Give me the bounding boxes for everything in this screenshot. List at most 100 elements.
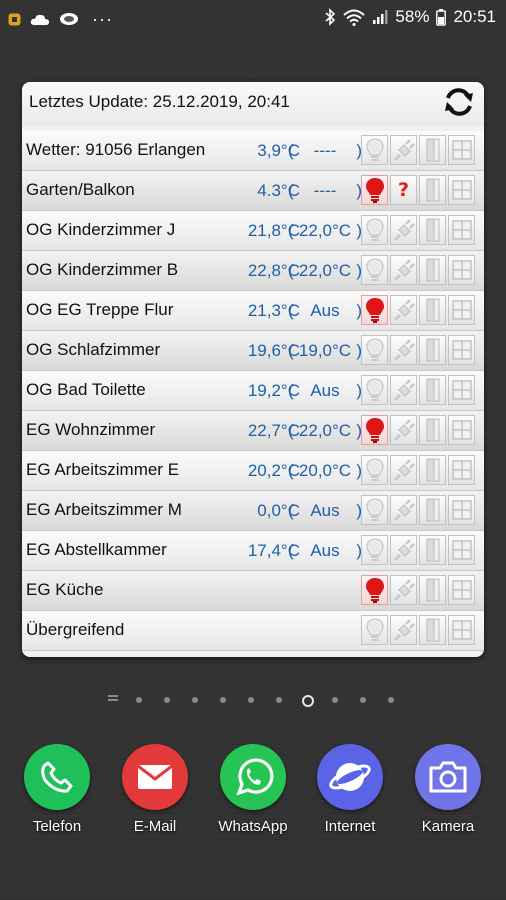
plug-icon[interactable] [390, 455, 417, 485]
room-name: Garten/Balkon [26, 180, 135, 199]
plug-icon[interactable] [390, 255, 417, 285]
phone-icon[interactable] [24, 744, 90, 810]
window-icon[interactable] [448, 175, 475, 205]
window-icon[interactable] [448, 495, 475, 525]
door-icon[interactable] [419, 335, 446, 365]
window-icon[interactable] [448, 295, 475, 325]
cloud-icon [30, 14, 49, 25]
page-indicator-dot[interactable] [220, 697, 226, 703]
plug-icon[interactable] [390, 495, 417, 525]
page-indicator-current[interactable] [302, 695, 314, 707]
room-row[interactable]: EG Arbeitszimmer M 0,0°C(Aus) [22, 491, 484, 531]
refresh-icon[interactable] [442, 85, 476, 119]
window-icon[interactable] [448, 615, 475, 645]
door-icon[interactable] [419, 255, 446, 285]
room-row[interactable]: Garten/Balkon 4.3°C(----) ? [22, 171, 484, 211]
room-name: OG EG Treppe Flur [26, 300, 174, 319]
room-row[interactable]: Wetter: 91056 Erlangen 3,9°C(----) [22, 131, 484, 171]
wifi-icon [343, 9, 366, 26]
light-off-icon[interactable] [361, 455, 388, 485]
room-row[interactable]: OG Kinderzimmer J 21,8°C(22,0°C) [22, 211, 484, 251]
page-indicator-dot[interactable] [248, 697, 254, 703]
camera-icon[interactable] [415, 744, 481, 810]
setpoint-value: ---- [313, 181, 337, 200]
room-status-icons [361, 615, 475, 645]
door-icon[interactable] [419, 615, 446, 645]
window-icon[interactable] [448, 535, 475, 565]
plug-icon[interactable] [390, 415, 417, 445]
page-indicator-dot[interactable] [192, 697, 198, 703]
app-label: Telefon [32, 818, 82, 835]
window-icon[interactable] [448, 375, 475, 405]
room-row[interactable]: OG Kinderzimmer B 22,8°C(22,0°C) [22, 251, 484, 291]
app-internet[interactable]: Internet [301, 744, 399, 835]
door-icon[interactable] [419, 215, 446, 245]
page-indicator-dot[interactable] [136, 697, 142, 703]
light-off-icon[interactable] [361, 135, 388, 165]
app-email[interactable]: E-Mail [106, 744, 204, 835]
light-off-icon[interactable] [361, 615, 388, 645]
room-row[interactable]: OG Schlafzimmer 19,6°C(19,0°C) [22, 331, 484, 371]
plug-icon[interactable] [390, 575, 417, 605]
window-icon[interactable] [448, 575, 475, 605]
light-off-icon[interactable] [361, 215, 388, 245]
chat-icon [60, 13, 78, 25]
room-row[interactable]: Übergreifend [22, 611, 484, 651]
door-icon[interactable] [419, 175, 446, 205]
plug-icon[interactable] [390, 535, 417, 565]
light-off-icon[interactable] [361, 255, 388, 285]
page-indicator-dot[interactable] [276, 697, 282, 703]
plug-icon[interactable] [390, 615, 417, 645]
light-off-icon[interactable] [361, 335, 388, 365]
signal-icon [373, 10, 388, 24]
room-row[interactable]: EG Küche [22, 571, 484, 611]
internet-icon[interactable] [317, 744, 383, 810]
door-icon[interactable] [419, 455, 446, 485]
app-kamera[interactable]: Kamera [399, 744, 497, 835]
setpoint-value: Aus [310, 301, 340, 320]
door-icon[interactable] [419, 375, 446, 405]
door-icon[interactable] [419, 495, 446, 525]
page-indicator-dot[interactable] [332, 697, 338, 703]
light-on-icon[interactable] [361, 575, 388, 605]
page-indicator-dot[interactable] [164, 697, 170, 703]
plug-icon[interactable] [390, 295, 417, 325]
light-off-icon[interactable] [361, 375, 388, 405]
plug-icon[interactable] [390, 135, 417, 165]
light-off-icon[interactable] [361, 535, 388, 565]
page-indicator-home[interactable] [108, 695, 118, 703]
plug-icon[interactable] [390, 215, 417, 245]
door-icon[interactable] [419, 295, 446, 325]
light-on-icon[interactable] [361, 295, 388, 325]
door-icon[interactable] [419, 535, 446, 565]
room-row[interactable]: OG EG Treppe Flur 21,3°C(Aus) [22, 291, 484, 331]
window-icon[interactable] [448, 255, 475, 285]
whatsapp-icon[interactable] [220, 744, 286, 810]
room-row[interactable]: OG Bad Toilette 19,2°C(Aus) [22, 371, 484, 411]
door-icon[interactable] [419, 415, 446, 445]
room-row[interactable]: EG Abstellkammer 17,4°C(Aus) [22, 531, 484, 571]
window-icon[interactable] [448, 215, 475, 245]
unknown-state-icon[interactable]: ? [390, 175, 417, 205]
window-icon[interactable] [448, 335, 475, 365]
setpoint-value: Aus [310, 501, 340, 520]
plug-icon[interactable] [390, 335, 417, 365]
plug-icon[interactable] [390, 375, 417, 405]
window-icon[interactable] [448, 415, 475, 445]
page-indicator-dot[interactable] [388, 697, 394, 703]
page-indicator-dot[interactable] [360, 697, 366, 703]
light-on-icon[interactable] [361, 175, 388, 205]
window-icon[interactable] [448, 455, 475, 485]
light-on-icon[interactable] [361, 415, 388, 445]
window-icon[interactable] [448, 135, 475, 165]
door-icon[interactable] [419, 575, 446, 605]
light-off-icon[interactable] [361, 495, 388, 525]
mail-icon[interactable] [122, 744, 188, 810]
app-telefon[interactable]: Telefon [8, 744, 106, 835]
room-row[interactable]: EG Arbeitszimmer E 20,2°C(20,0°C) [22, 451, 484, 491]
room-status-icons [361, 415, 475, 445]
room-status-icons [361, 495, 475, 525]
door-icon[interactable] [419, 135, 446, 165]
app-whatsapp[interactable]: WhatsApp [204, 744, 302, 835]
room-row[interactable]: EG Wohnzimmer 22,7°C(22,0°C) [22, 411, 484, 451]
